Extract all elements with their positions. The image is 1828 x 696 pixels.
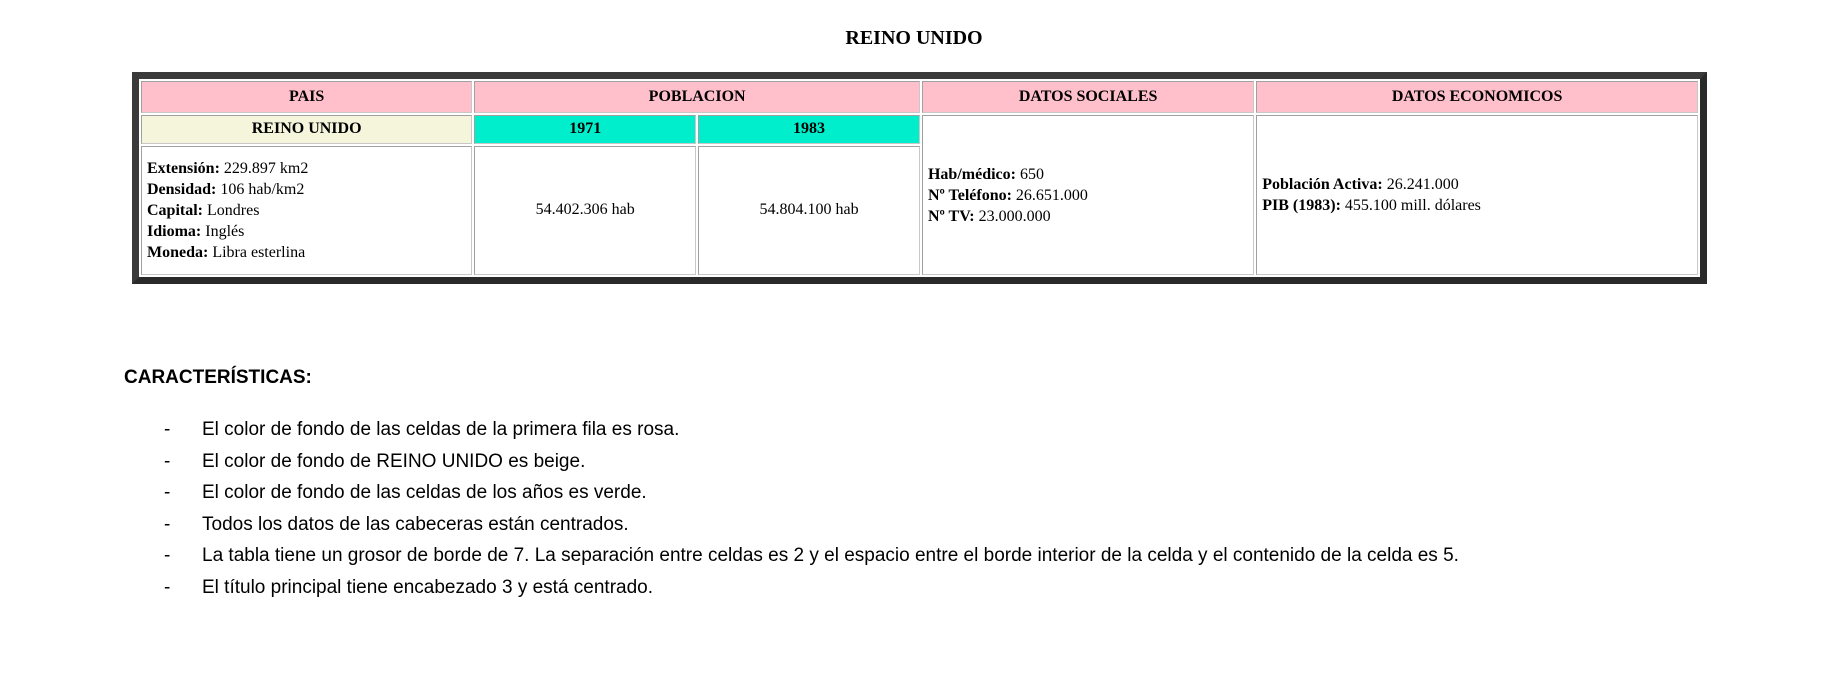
country-line-densidad: Densidad: 106 hab/km2 bbox=[147, 179, 466, 200]
bullet-dash: - bbox=[164, 513, 171, 535]
economic-label: Población Activa: bbox=[1262, 176, 1383, 193]
list-item: - Todos los datos de las cabeceras están … bbox=[160, 509, 1459, 541]
bullet-dash: - bbox=[164, 482, 171, 504]
population-1971-cell: 54.402.306 hab bbox=[474, 145, 697, 275]
country-info-value: 106 hab/km2 bbox=[216, 180, 305, 198]
country-data-table: PAIS POBLACION DATOS SOCIALES DATOS ECON… bbox=[132, 72, 1707, 284]
country-info-label: Extensión: bbox=[147, 159, 220, 177]
country-info-value: Libra esterlina bbox=[208, 243, 306, 261]
population-1983-cell: 54.804.100 hab bbox=[698, 145, 920, 275]
list-item-text: El color de fondo de REINO UNIDO es beig… bbox=[202, 450, 586, 472]
list-item: - El color de fondo de las celdas de la p… bbox=[160, 414, 1459, 446]
social-line-hab-medico: Hab/médico: 650 bbox=[928, 164, 1248, 185]
social-data-cell: Hab/médico: 650 Nº Teléfono: 26.651.000 … bbox=[921, 115, 1255, 275]
social-value: 650 bbox=[1015, 165, 1044, 183]
header-poblacion: POBLACION bbox=[474, 81, 920, 113]
list-item: - La tabla tiene un grosor de borde de 7.… bbox=[160, 540, 1459, 572]
table-header-row: PAIS POBLACION DATOS SOCIALES DATOS ECON… bbox=[141, 81, 1698, 113]
bullet-dash: - bbox=[164, 545, 171, 567]
header-pais: PAIS bbox=[141, 81, 473, 113]
list-item-text: El color de fondo de las celdas de los a… bbox=[202, 482, 647, 504]
economic-line-pib: PIB (1983): 455.100 mill. dólares bbox=[1262, 195, 1692, 216]
country-info-label: Densidad: bbox=[147, 180, 217, 198]
page-title: REINO UNIDO bbox=[845, 27, 983, 49]
list-item-text: El color de fondo de las celdas de la pr… bbox=[202, 419, 680, 440]
list-item: - El color de fondo de REINO UNIDO es bei… bbox=[160, 446, 1459, 478]
bullet-dash: - bbox=[164, 576, 171, 598]
country-info-cell: Extensión: 229.897 km2 Densidad: 106 hab… bbox=[141, 145, 473, 275]
country-line-extension: Extensión: 229.897 km2 bbox=[147, 158, 466, 179]
country-line-moneda: Moneda: Libra esterlina bbox=[147, 242, 466, 263]
year-cell-1983: 1983 bbox=[698, 115, 920, 144]
country-name-cell: REINO UNIDO bbox=[141, 115, 473, 144]
bullet-dash: - bbox=[164, 419, 171, 440]
social-line-tv: Nº TV: 23.000.000 bbox=[928, 206, 1248, 227]
list-item: - El título principal tiene encabezado 3 … bbox=[160, 572, 1459, 604]
header-datos-economicos: DATOS ECONOMICOS bbox=[1256, 81, 1698, 113]
list-item-text: La tabla tiene un grosor de borde de 7. … bbox=[202, 545, 1459, 567]
bullet-dash: - bbox=[164, 450, 171, 472]
social-line-telefono: Nº Teléfono: 26.651.000 bbox=[928, 185, 1248, 206]
country-info-value: 229.897 km2 bbox=[219, 159, 309, 177]
country-info-value: Londres bbox=[203, 201, 260, 219]
country-info-label: Idioma: bbox=[147, 222, 202, 240]
table-subheader-row: REINO UNIDO 1971 1983 Hab/médico: 650 Nº… bbox=[141, 115, 1698, 275]
economic-line-poblacion-activa: Población Activa: 26.241.000 bbox=[1262, 174, 1692, 195]
social-value: 26.651.000 bbox=[1011, 186, 1088, 204]
economic-value: 26.241.000 bbox=[1382, 176, 1459, 193]
social-value: 23.000.000 bbox=[974, 207, 1051, 225]
country-info-label: Moneda: bbox=[147, 243, 209, 261]
country-line-capital: Capital: Londres bbox=[147, 200, 466, 221]
caracteristicas-heading: CARACTERÍSTICAS: bbox=[124, 367, 312, 388]
list-item: - El color de fondo de las celdas de los … bbox=[160, 477, 1459, 509]
country-info-label: Capital: bbox=[147, 201, 203, 219]
social-label: Hab/médico: bbox=[927, 165, 1016, 183]
header-datos-sociales: DATOS SOCIALES bbox=[921, 81, 1255, 113]
social-label: Nº TV: bbox=[927, 207, 975, 225]
year-cell-1971: 1971 bbox=[474, 115, 697, 144]
list-item-text: Todos los datos de las cabeceras están c… bbox=[202, 513, 629, 535]
social-label: Nº Teléfono: bbox=[927, 186, 1012, 204]
country-line-idioma: Idioma: Inglés bbox=[147, 221, 466, 242]
country-info-value: Inglés bbox=[201, 222, 245, 240]
economic-label: PIB (1983): bbox=[1262, 197, 1341, 214]
economic-value: 455.100 mill. dólares bbox=[1340, 197, 1481, 214]
caracteristicas-list: - El color de fondo de las celdas de la p… bbox=[160, 414, 1459, 604]
list-item-text: El título principal tiene encabezado 3 y… bbox=[202, 576, 654, 598]
economic-data-cell: Población Activa: 26.241.000 PIB (1983):… bbox=[1256, 115, 1698, 275]
